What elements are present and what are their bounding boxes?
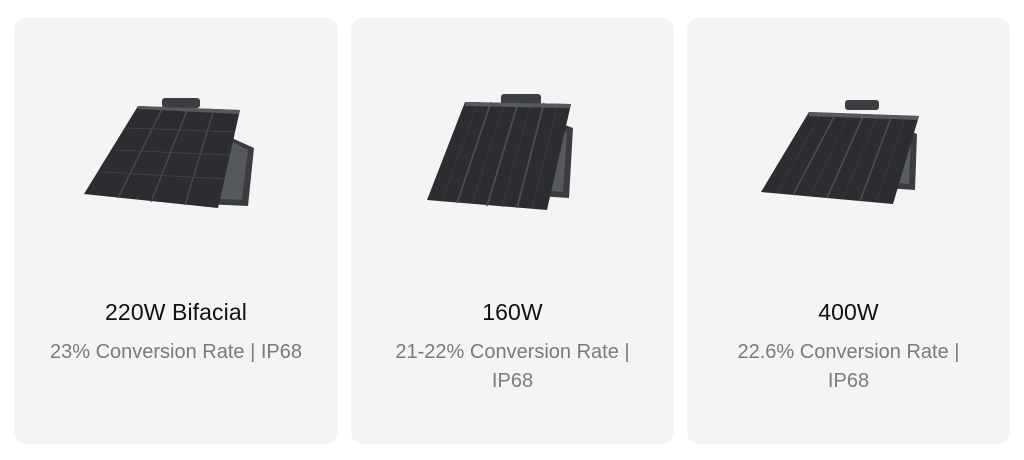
- solar-panel-icon: [84, 98, 254, 208]
- solar-panel-icon: [426, 94, 573, 210]
- product-title: 220W Bifacial: [105, 299, 247, 325]
- product-subtitle: 22.6% Conversion Rate | IP68: [737, 341, 960, 392]
- product-card-160w[interactable]: 160W 21-22% Conversion Rate | IP68: [351, 18, 674, 444]
- product-card-220w-bifacial[interactable]: 220W Bifacial 23% Conversion Rate | IP68: [14, 18, 338, 444]
- solar-panel-icon: [760, 100, 919, 204]
- product-subtitle: 23% Conversion Rate | IP68: [49, 341, 302, 363]
- product-image: [687, 78, 1010, 228]
- product-card-400w[interactable]: 400W 22.6% Conversion Rate | IP68: [687, 18, 1010, 444]
- product-title: 160W: [482, 299, 543, 325]
- product-image: [14, 78, 338, 228]
- product-image: [351, 78, 674, 228]
- product-info: 400W 22.6% Conversion Rate | IP68: [707, 296, 990, 396]
- product-title: 400W: [818, 299, 879, 325]
- product-info: 160W 21-22% Conversion Rate | IP68: [371, 296, 654, 396]
- product-card-list: 220W Bifacial 23% Conversion Rate | IP68: [14, 18, 1018, 444]
- product-subtitle: 21-22% Conversion Rate | IP68: [395, 341, 630, 392]
- product-info: 220W Bifacial 23% Conversion Rate | IP68: [34, 296, 318, 367]
